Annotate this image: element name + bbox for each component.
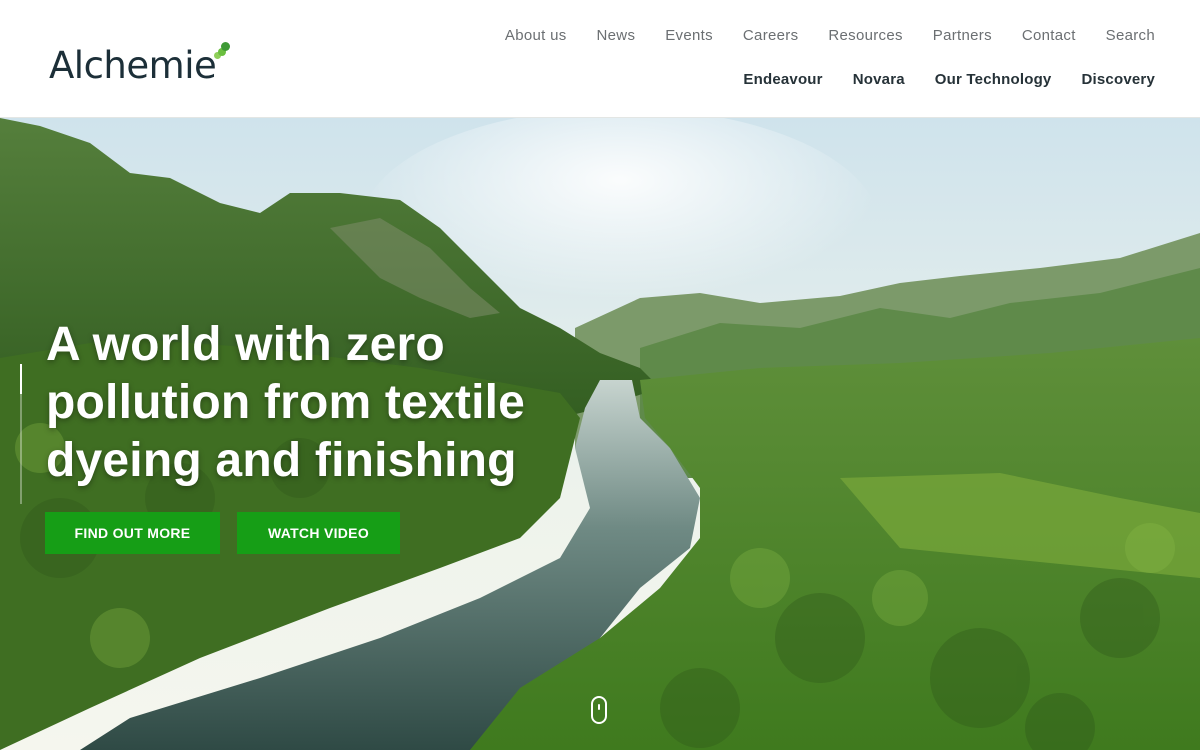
hero-buttons: FIND OUT MORE WATCH VIDEO	[45, 512, 400, 554]
nav-search[interactable]: Search	[1106, 27, 1155, 44]
hero-section: A world with zero pollution from textile…	[0, 118, 1200, 750]
nav-discovery[interactable]: Discovery	[1081, 71, 1155, 88]
logo-text: Alchemie	[49, 44, 217, 87]
hero-content: A world with zero pollution from textile…	[46, 316, 606, 490]
nav-about-us[interactable]: About us	[505, 27, 567, 44]
find-out-more-button[interactable]: FIND OUT MORE	[45, 512, 220, 554]
watch-video-button[interactable]: WATCH VIDEO	[237, 512, 400, 554]
secondary-nav: About us News Events Careers Resources P…	[505, 27, 1155, 44]
nav-news[interactable]: News	[597, 27, 636, 44]
nav-careers[interactable]: Careers	[743, 27, 798, 44]
primary-nav: Endeavour Novara Our Technology Discover…	[743, 71, 1155, 88]
nav-our-technology[interactable]: Our Technology	[935, 71, 1052, 88]
nav-contact[interactable]: Contact	[1022, 27, 1076, 44]
nav-novara[interactable]: Novara	[853, 71, 905, 88]
hero-title: A world with zero pollution from textile…	[46, 318, 526, 487]
mouse-scroll-icon[interactable]	[591, 696, 607, 724]
logo[interactable]: Alchemie	[49, 42, 231, 88]
nav-partners[interactable]: Partners	[933, 27, 992, 44]
slide-indicator[interactable]	[20, 364, 22, 504]
logo-dots-icon	[212, 42, 231, 64]
nav-events[interactable]: Events	[665, 27, 713, 44]
site-header: Alchemie About us News Events Careers Re…	[0, 0, 1200, 118]
nav-resources[interactable]: Resources	[828, 27, 902, 44]
nav-endeavour[interactable]: Endeavour	[743, 71, 822, 88]
